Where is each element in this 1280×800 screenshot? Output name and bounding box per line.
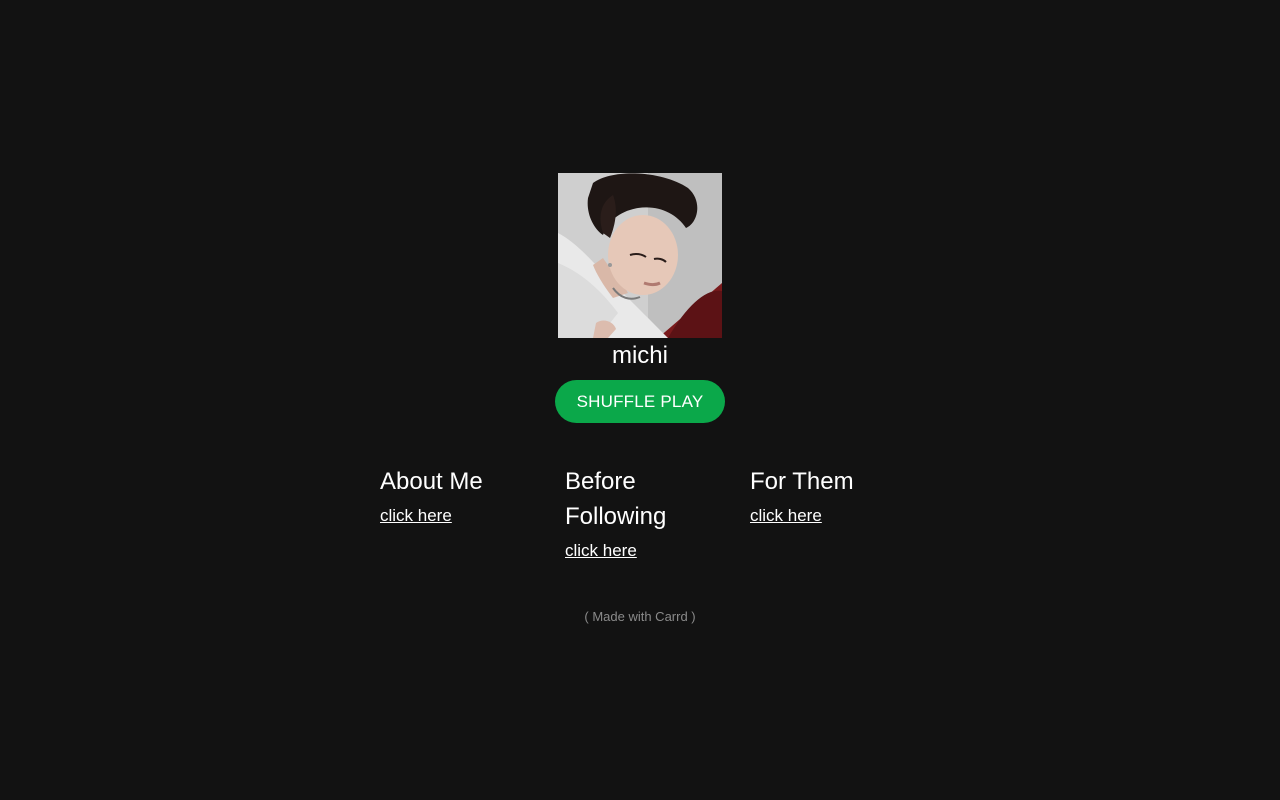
link-sections: About Me click here Before Following cli… <box>380 464 920 584</box>
username: michi <box>611 342 668 369</box>
profile-photo-illustration <box>558 173 722 338</box>
profile-photo <box>558 173 722 338</box>
for-them-link[interactable]: click here <box>750 506 822 526</box>
before-following-link[interactable]: click here <box>565 541 637 561</box>
section-heading: For Them <box>750 468 854 495</box>
section-about-me: About Me click here <box>380 464 550 526</box>
page: michi SHUFFLE PLAY About Me click here B… <box>0 0 1280 800</box>
section-heading: Before Following <box>565 468 667 530</box>
about-me-link[interactable]: click here <box>380 506 452 526</box>
section-before-following: Before Following click here <box>565 464 715 561</box>
made-with-carrd-credit[interactable]: ( Made with Carrd ) <box>0 608 1280 626</box>
section-heading: About Me <box>380 468 483 495</box>
shuffle-play-button[interactable]: SHUFFLE PLAY <box>555 380 725 423</box>
section-for-them: For Them click here <box>750 464 920 526</box>
